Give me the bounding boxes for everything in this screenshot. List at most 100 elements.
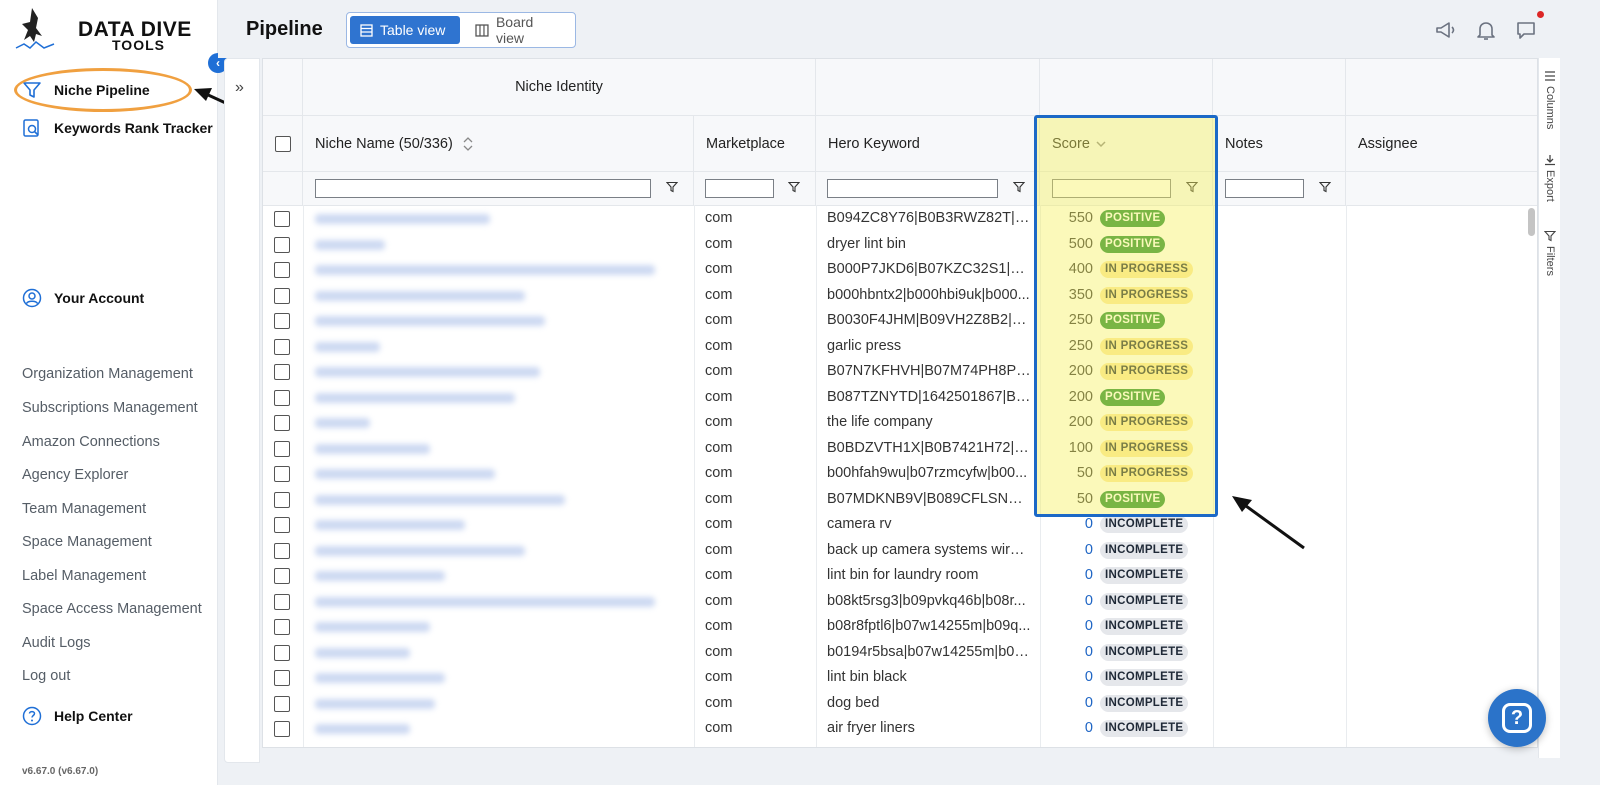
status-badge: IN PROGRESS	[1100, 337, 1194, 355]
hero-keyword-cell: air fryer liners	[827, 720, 915, 736]
table-row[interactable]: com lint bin black 0 INCOMPLETE	[263, 665, 1537, 691]
row-checkbox[interactable]	[274, 389, 290, 406]
table-row[interactable]: com B07MDKNB9V|B089CFLSNN|B... 50 POSITIVE	[263, 487, 1537, 513]
status-badge: INCOMPLETE	[1100, 516, 1189, 533]
column-header-marketplace[interactable]: Marketplace	[694, 116, 816, 172]
notes-header-label: Notes	[1225, 135, 1263, 152]
nav-label-management[interactable]: Label Management	[22, 568, 146, 584]
nav-log-out[interactable]: Log out	[22, 668, 70, 684]
table-row[interactable]: com b08r8fptl6|b07w14255m|b09q... 0 INCOMPL…	[263, 614, 1537, 640]
column-header-score[interactable]: Score	[1040, 116, 1213, 172]
table-row[interactable]: com the life company 200 IN PROGRESS	[263, 410, 1537, 436]
column-header-hero-keyword[interactable]: Hero Keyword	[816, 116, 1040, 172]
marketplace-cell: com	[705, 414, 733, 430]
row-checkbox[interactable]	[274, 440, 290, 457]
table-row[interactable]: com b00hfah9wu|b07rzmcyfw|b00... 50 IN PROG…	[263, 461, 1537, 487]
table-row[interactable]: com B000P7JKD6|B07KZC32S1|B07... 400 IN PRO…	[263, 257, 1537, 283]
table-row[interactable]: com B094ZC8Y76|B0B3RWZ82T|B0... 550 POSITIV…	[263, 206, 1537, 232]
nav-agency-explorer[interactable]: Agency Explorer	[22, 467, 128, 483]
filter-icon[interactable]	[1013, 181, 1025, 193]
table-row[interactable]: com camera rv 0 INCOMPLETE	[263, 512, 1537, 538]
row-checkbox[interactable]	[274, 262, 290, 278]
filter-cell-assignee	[1346, 172, 1537, 206]
export-panel-tab[interactable]: Export	[1539, 154, 1561, 202]
table-row[interactable]: com back up camera systems wirel... 0 INCOM…	[263, 538, 1537, 564]
column-header-notes[interactable]: Notes	[1213, 116, 1346, 172]
niche-name-redacted	[315, 443, 430, 454]
double-chevron-right-icon[interactable]: »	[235, 79, 244, 97]
table-row[interactable]: com B07N7KFHVH|B07M74PH8P|B... 200 IN PROGR…	[263, 359, 1537, 385]
brand-logo[interactable]: DATA DIVE TOOLS	[12, 6, 202, 56]
table-icon	[360, 23, 373, 37]
filter-icon[interactable]	[1186, 181, 1198, 193]
nav-amazon-connections[interactable]: Amazon Connections	[22, 434, 160, 450]
table-row[interactable]: com garlic press 250 IN PROGRESS	[263, 334, 1537, 360]
table-row[interactable]: com B0030F4JHM|B09VH2Z8B2|B0... 250 POSITIV…	[263, 308, 1537, 334]
table-row[interactable]: com dog bed 0 INCOMPLETE	[263, 691, 1537, 717]
niche-name-filter-input[interactable]	[315, 179, 651, 198]
status-badge: INCOMPLETE	[1100, 618, 1189, 635]
row-checkbox[interactable]	[274, 415, 290, 431]
column-header-niche-name[interactable]: Niche Name (50/336)	[303, 116, 694, 172]
table-row[interactable]: com B087TZNYTD|1642501867|B0... 200 POSITIV…	[263, 385, 1537, 411]
row-checkbox[interactable]	[274, 313, 290, 329]
filter-icon[interactable]	[666, 181, 678, 193]
niche-name-redacted	[315, 239, 385, 250]
marketplace-filter-input[interactable]	[705, 179, 774, 198]
megaphone-icon[interactable]	[1434, 18, 1458, 42]
sort-icon[interactable]	[463, 136, 473, 152]
vertical-scrollbar-thumb[interactable]	[1528, 208, 1535, 236]
table-row[interactable]: com dryer lint bin 500 POSITIVE	[263, 232, 1537, 258]
row-checkbox[interactable]	[274, 542, 290, 559]
row-checkbox[interactable]	[274, 211, 290, 227]
row-checkbox[interactable]	[274, 517, 290, 533]
notes-filter-input[interactable]	[1225, 179, 1304, 198]
support-chat-button[interactable]: ?	[1488, 689, 1546, 747]
row-checkbox[interactable]	[274, 338, 290, 355]
row-checkbox[interactable]	[274, 364, 290, 380]
nav-keywords-rank-tracker[interactable]: Keywords Rank Tracker	[22, 118, 213, 138]
row-checkbox[interactable]	[274, 568, 290, 584]
select-all-checkbox[interactable]	[275, 135, 291, 152]
nav-help-center[interactable]: Help Center	[22, 706, 133, 726]
table-row[interactable]: com b0194r5bsa|b07w14255m|b00... 0 INCOMPLE…	[263, 640, 1537, 666]
nav-organization-management[interactable]: Organization Management	[22, 366, 193, 382]
row-checkbox[interactable]	[274, 670, 290, 686]
row-checkbox[interactable]	[274, 466, 290, 482]
columns-panel-tab[interactable]: Columns	[1539, 70, 1561, 129]
nav-niche-pipeline[interactable]: Niche Pipeline	[22, 80, 150, 100]
table-row[interactable]: com b08kt5rsg3|b09pvkq46b|b08r... 0 INCOMPL…	[263, 589, 1537, 615]
niche-name-redacted	[315, 596, 655, 607]
table-row[interactable]: com lint bin for laundry room 0 INCOMPLETE	[263, 563, 1537, 589]
row-checkbox[interactable]	[274, 644, 290, 661]
table-row[interactable]: com B0BDZVTH1X|B0B7421H72|B0... 100 IN PROG…	[263, 436, 1537, 462]
nav-space-management[interactable]: Space Management	[22, 534, 152, 550]
row-checkbox[interactable]	[274, 695, 290, 712]
niche-name-redacted	[315, 367, 540, 377]
score-filter-input[interactable]	[1052, 179, 1171, 198]
nav-audit-logs[interactable]: Audit Logs	[22, 635, 91, 651]
filters-panel-tab[interactable]: Filters	[1539, 230, 1561, 276]
table-view-button[interactable]: Table view	[350, 16, 460, 44]
hero-keyword-filter-input[interactable]	[827, 179, 998, 198]
filter-icon[interactable]	[1319, 181, 1331, 193]
board-view-button[interactable]: Board view	[465, 14, 575, 46]
column-header-assignee[interactable]: Assignee	[1346, 116, 1537, 172]
row-checkbox[interactable]	[274, 491, 290, 508]
nav-your-account[interactable]: Your Account	[22, 288, 144, 308]
nav-space-access-management[interactable]: Space Access Management	[22, 601, 202, 617]
chevron-down-icon[interactable]	[1096, 140, 1106, 148]
row-checkbox[interactable]	[274, 721, 290, 737]
row-checkbox[interactable]	[274, 593, 290, 610]
row-checkbox[interactable]	[274, 619, 290, 635]
table-row[interactable]: com b000hbntx2|b000hbi9uk|b000... 350 IN PR…	[263, 283, 1537, 309]
table-row[interactable]: com air fryer liners 0 INCOMPLETE	[263, 716, 1537, 742]
marketplace-cell: com	[705, 592, 733, 609]
row-checkbox[interactable]	[274, 236, 290, 253]
bell-icon[interactable]	[1474, 18, 1498, 42]
filter-icon[interactable]	[788, 181, 800, 193]
nav-subscriptions-management[interactable]: Subscriptions Management	[22, 400, 198, 416]
nav-team-management[interactable]: Team Management	[22, 501, 146, 517]
row-checkbox[interactable]	[274, 287, 290, 304]
chat-icon[interactable]	[1514, 18, 1538, 42]
